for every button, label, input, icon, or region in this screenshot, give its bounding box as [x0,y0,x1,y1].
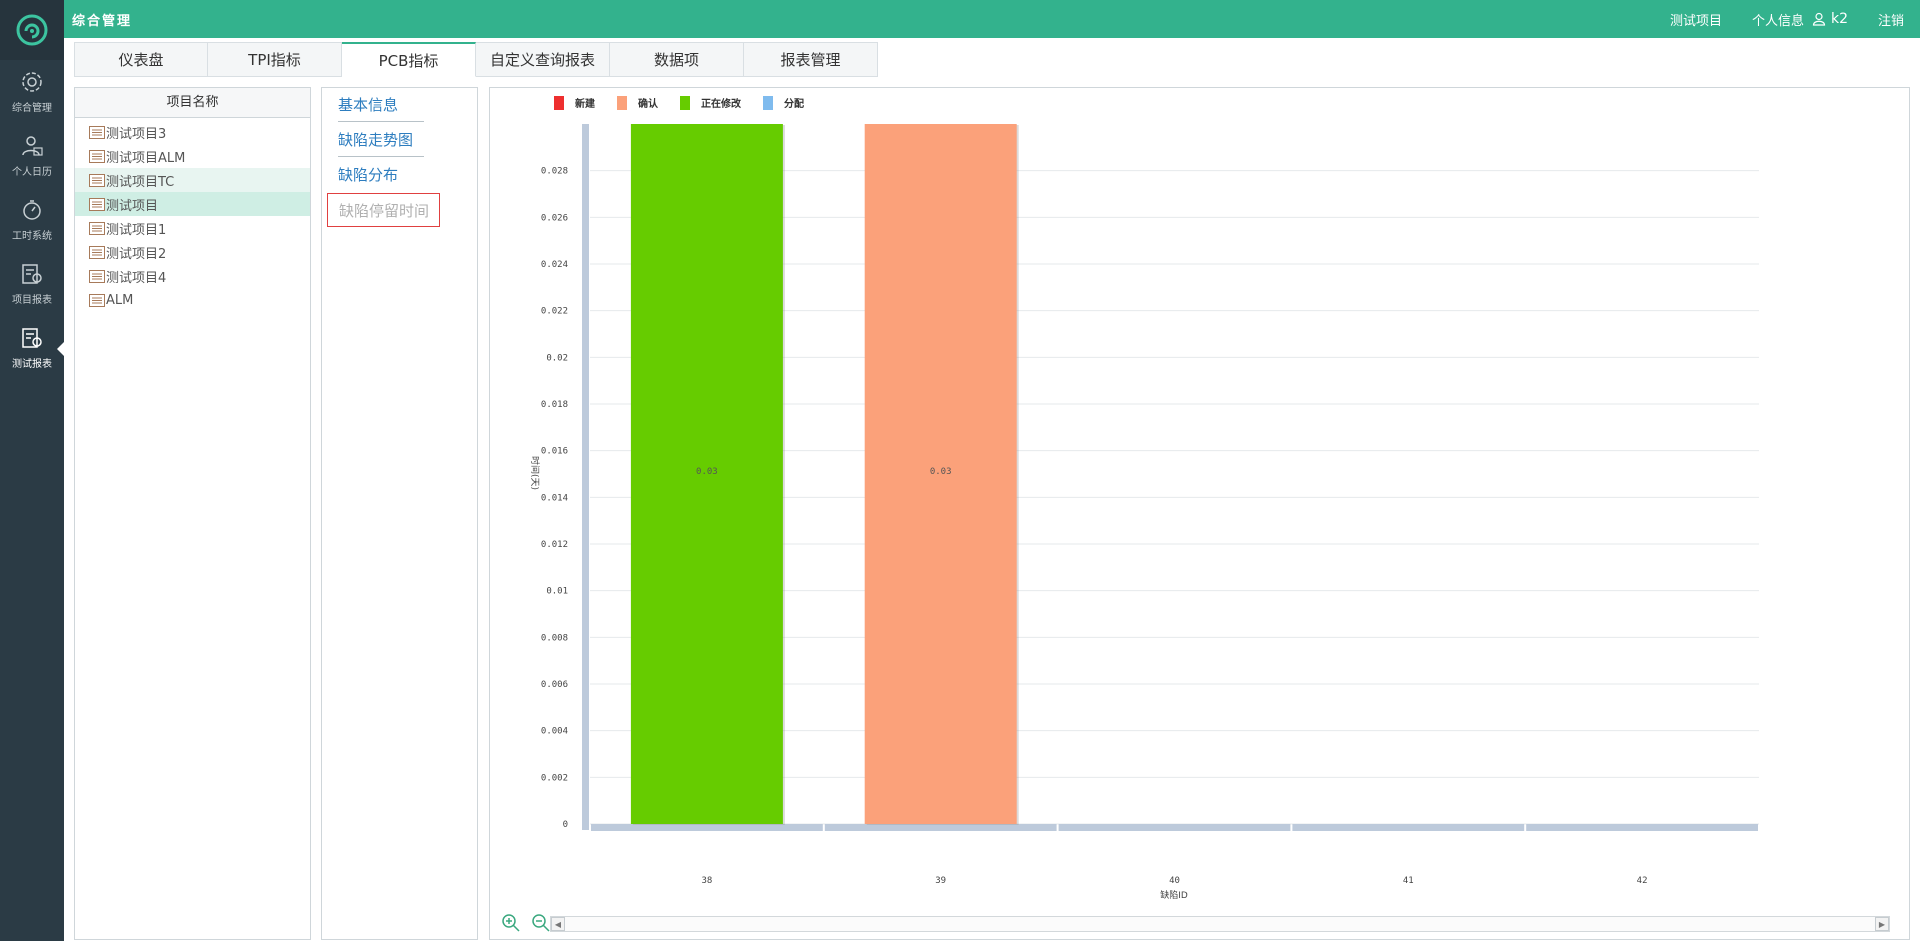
gear-icon [22,72,42,92]
y-tick-label: 0 [563,820,568,830]
profile-link[interactable]: 个人信息 [1752,10,1804,29]
y-tick-label: 0.022 [541,307,568,317]
username[interactable]: k2 [1831,11,1848,27]
x-axis-segment [591,824,823,831]
y-tick-label: 0.006 [541,680,568,690]
report-subnav: 基本信息 缺陷走势图 缺陷分布 缺陷停留时间 [321,87,478,940]
data-label: 0.03 [930,467,952,477]
y-tick-label: 0.004 [541,727,568,737]
y-tick-label: 0.014 [541,493,568,503]
y-tick-label: 0.02 [546,353,568,363]
chart-panel: 新建 确认 正在修改 分配 0 0.002 0.004 0.006 0.008 0.01 0.01… [489,87,1910,940]
y-tick-label: 0.026 [541,213,568,223]
rail-item-project-report[interactable]: 项目报表 [0,252,64,316]
list-icon [89,197,105,211]
y-tick-label: 0.018 [541,400,568,410]
tab-pcb[interactable]: PCB指标 [342,42,476,77]
project-item[interactable]: ALM [75,288,310,312]
project-item[interactable]: 测试项目2 [75,240,310,264]
rail-item-label: 工时系统 [12,231,52,242]
y-tick-label: 0.012 [541,540,568,550]
list-icon [89,149,105,163]
project-item[interactable]: 测试项目TC [75,168,310,192]
y-tick-label: 0.016 [541,447,568,457]
top-bar-actions: 测试项目 个人信息 k2 注销 [1670,10,1920,29]
logout-link[interactable]: 注销 [1878,10,1904,29]
chart-zoom-bar: ◀ ▶ [500,912,1900,934]
project-item-selected[interactable]: 测试项目 [75,192,310,216]
subnav-defect-dwell-time[interactable]: 缺陷停留时间 [327,193,440,227]
side-rail: 综合管理 个人日历 工时系统 项目报表 测试报表 [0,0,64,941]
y-tick-label: 0.002 [541,773,568,783]
subnav-defect-trend[interactable]: 缺陷走势图 [338,129,413,150]
y-tick-label: 0.024 [541,260,568,270]
scroll-right-arrow[interactable]: ▶ [1875,917,1889,931]
tab-data-items[interactable]: 数据项 [610,42,744,77]
y-tick-label: 0.028 [541,167,568,177]
y-tick-label: 0.008 [541,633,568,643]
rail-item-label: 项目报表 [12,295,52,306]
tab-dashboard[interactable]: 仪表盘 [74,42,208,77]
subnav-basic-info[interactable]: 基本信息 [338,94,398,115]
data-label: 0.03 [696,467,718,477]
report-tabs: 仪表盘 TPI指标 PCB指标 自定义查询报表 数据项 报表管理 [74,42,878,77]
subnav-defect-distribution[interactable]: 缺陷分布 [338,164,398,185]
zoom-out-icon[interactable] [530,912,552,934]
rail-item-label: 综合管理 [12,103,52,114]
x-axis-title: 缺陷ID [1160,889,1188,901]
subnav-divider [338,121,424,122]
x-tick-label: 42 [1637,876,1648,886]
rail-item-label: 个人日历 [12,167,52,178]
y-axis [582,124,589,830]
project-list-header: 项目名称 [75,88,310,118]
project-item[interactable]: 测试项目1 [75,216,310,240]
user-calendar-icon [22,136,43,156]
x-axis-segment [1526,824,1758,831]
app-logo[interactable] [0,0,64,60]
list-icon [89,221,105,235]
zoom-in-icon[interactable] [500,912,522,934]
tab-custom-query[interactable]: 自定义查询报表 [476,42,610,77]
test-report-icon [22,328,42,348]
list-icon [89,293,105,307]
tab-tpi[interactable]: TPI指标 [208,42,342,77]
chart-scrollbar[interactable]: ◀ ▶ [550,916,1890,932]
logo-icon [16,14,48,46]
rail-item-test-report[interactable]: 测试报表 [0,316,64,380]
scroll-left-arrow[interactable]: ◀ [551,917,565,931]
y-axis-title: 时间(天) [529,456,541,490]
subnav-divider [338,156,424,157]
x-tick-label: 38 [701,876,712,886]
app-title: 综合管理 [72,13,133,29]
x-tick-label: 39 [935,876,946,886]
list-icon [89,125,105,139]
rail-item-general[interactable]: 综合管理 [0,60,64,124]
top-bar: 综合管理 测试项目 个人信息 k2 注销 [64,0,1920,38]
rail-item-label: 测试报表 [12,359,52,370]
stopwatch-icon [23,200,41,220]
chart-report-icon [22,264,42,284]
rail-item-timesheet[interactable]: 工时系统 [0,188,64,252]
rail-item-calendar[interactable]: 个人日历 [0,124,64,188]
y-tick-label: 0.01 [546,587,568,597]
current-project-link[interactable]: 测试项目 [1670,10,1722,29]
x-tick-label: 40 [1169,876,1180,886]
project-item[interactable]: 测试项目4 [75,264,310,288]
project-item[interactable]: 测试项目3 [75,120,310,144]
user-icon [1812,12,1826,26]
project-item[interactable]: 测试项目ALM [75,144,310,168]
tab-report-management[interactable]: 报表管理 [744,42,878,77]
list-icon [89,245,105,259]
x-tick-label: 41 [1403,876,1414,886]
x-axis-segment [1058,824,1291,831]
list-icon [89,269,105,283]
x-axis-segment [824,824,1057,831]
x-axis-segment [1292,824,1525,831]
list-icon [89,173,105,187]
project-list-panel: 项目名称 测试项目3 测试项目ALM 测试项目TC 测试项目 测试项目1 测试项… [74,87,311,940]
bar-chart: 0 0.002 0.004 0.006 0.008 0.01 0.012 0.014 0.016… [529,124,1759,901]
